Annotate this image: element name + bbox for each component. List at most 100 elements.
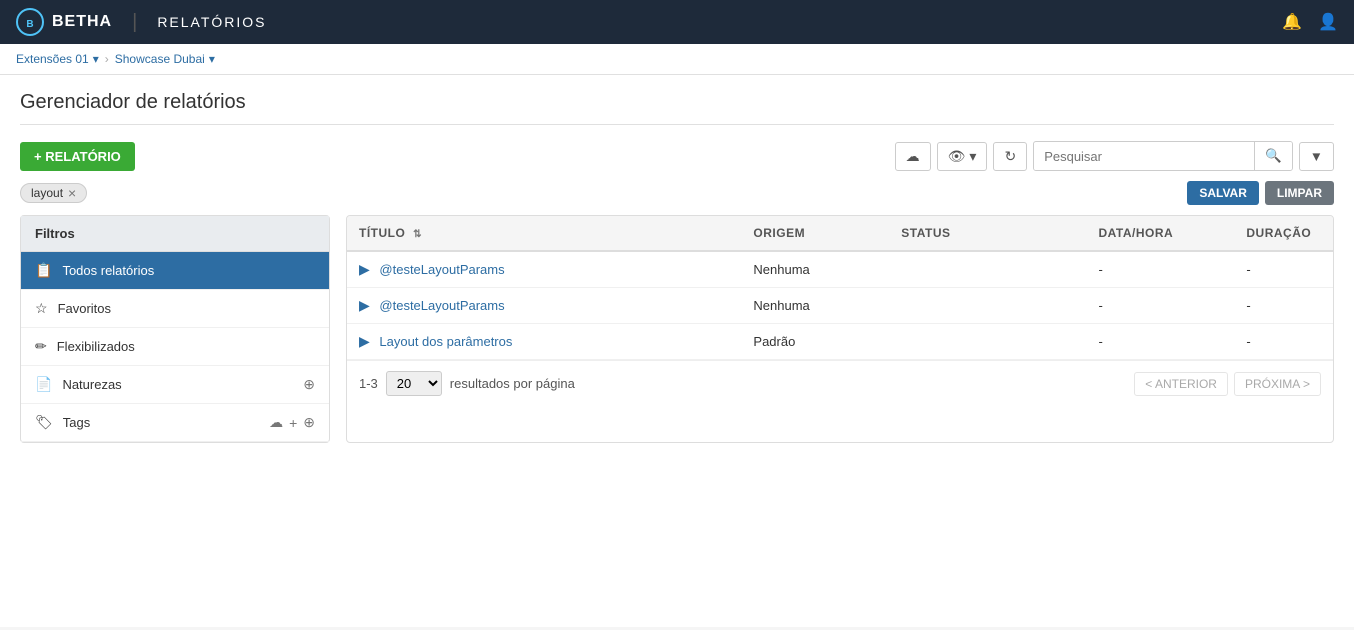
col-status-label: STATUS <box>901 226 950 240</box>
toolbar: + RELATÓRIO ☁ 👁 ▾ ↻ 🔍 ▼ <box>20 141 1334 171</box>
breadcrumb-extensoes[interactable]: Extensões 01 ▾ <box>16 52 99 66</box>
svg-text:B: B <box>26 19 33 30</box>
play-button-0[interactable]: ▶ <box>359 261 370 277</box>
col-titulo-label: TÍTULO <box>359 226 405 240</box>
top-navigation: B BETHA | RELATÓRIOS 🔔 👤 <box>0 0 1354 44</box>
sidebar-item-favorites-label: Favoritos <box>58 301 111 316</box>
table-row: ▶ @testeLayoutParams Nenhuma - - <box>347 288 1333 324</box>
active-tags: layout × <box>20 183 87 203</box>
sidebar-item-tags[interactable]: 🏷 Tags ☁ + ⊕ <box>21 404 329 442</box>
all-reports-icon: 📋 <box>35 262 52 279</box>
breadcrumb: Extensões 01 ▾ › Showcase Dubai ▾ <box>0 44 1354 75</box>
upload-button[interactable]: ☁ <box>895 142 931 171</box>
cell-duracao-0: - <box>1234 251 1333 288</box>
report-link-1[interactable]: @testeLayoutParams <box>379 298 504 313</box>
cell-origem-1: Nenhuma <box>741 288 889 324</box>
eye-button[interactable]: 👁 ▾ <box>937 142 988 171</box>
table-row: ▶ Layout dos parâmetros Padrão - - <box>347 324 1333 360</box>
sidebar-item-flexible[interactable]: ✏ Flexibilizados <box>21 328 329 366</box>
play-button-1[interactable]: ▶ <box>359 297 370 313</box>
module-title: RELATÓRIOS <box>157 14 266 30</box>
sidebar-header: Filtros <box>21 216 329 252</box>
results-label: resultados por página <box>450 376 575 391</box>
filter-actions: SALVAR LIMPAR <box>1187 181 1334 205</box>
pagination-range: 1-3 <box>359 376 378 391</box>
notification-icon[interactable]: 🔔 <box>1282 12 1302 32</box>
tags-actions: ☁ + ⊕ <box>269 414 315 431</box>
add-report-button[interactable]: + RELATÓRIO <box>20 142 135 171</box>
col-titulo-sort-icon: ⇅ <box>413 229 422 240</box>
toolbar-left: + RELATÓRIO <box>20 142 135 171</box>
flexible-icon: ✏ <box>35 338 47 355</box>
sidebar-item-tags-label: Tags <box>63 415 90 430</box>
next-page-button[interactable]: PRÓXIMA > <box>1234 372 1321 396</box>
breadcrumb-showcase[interactable]: Showcase Dubai ▾ <box>115 52 215 66</box>
refresh-icon: ↻ <box>1004 148 1016 165</box>
breadcrumb-extensoes-chevron: ▾ <box>93 52 99 66</box>
col-header-datahora: DATA/HORA <box>1086 216 1234 251</box>
search-input[interactable] <box>1034 143 1254 170</box>
col-origem-label: ORIGEM <box>753 226 805 240</box>
favorites-icon: ☆ <box>35 300 48 317</box>
cell-titulo-1: ▶ @testeLayoutParams <box>347 288 741 324</box>
breadcrumb-separator: › <box>105 52 109 66</box>
nav-right: 🔔 👤 <box>1282 12 1338 32</box>
tags-expand-icon[interactable]: ⊕ <box>303 414 315 431</box>
search-button[interactable]: 🔍 <box>1254 142 1292 170</box>
sidebar-item-naturezas[interactable]: 📄 Naturezas ⊕ <box>21 366 329 404</box>
clear-filter-button[interactable]: LIMPAR <box>1265 181 1334 205</box>
save-filter-button[interactable]: SALVAR <box>1187 181 1259 205</box>
refresh-button[interactable]: ↻ <box>993 142 1027 171</box>
cell-status-0 <box>889 251 1086 288</box>
sidebar-item-all-reports[interactable]: 📋 Todos relatórios <box>21 252 329 290</box>
play-button-2[interactable]: ▶ <box>359 333 370 349</box>
naturezas-add-icon[interactable]: ⊕ <box>303 376 315 393</box>
filter-icon: ▼ <box>1310 149 1323 164</box>
cell-origem-0: Nenhuma <box>741 251 889 288</box>
cell-duracao-2: - <box>1234 324 1333 360</box>
col-header-status: STATUS <box>889 216 1086 251</box>
tag-chip-layout: layout × <box>20 183 87 203</box>
report-link-2[interactable]: Layout dos parâmetros <box>379 334 512 349</box>
cell-datahora-2: - <box>1086 324 1234 360</box>
report-link-0[interactable]: @testeLayoutParams <box>379 262 504 277</box>
tag-chip-close[interactable]: × <box>68 186 76 200</box>
col-datahora-label: DATA/HORA <box>1098 226 1173 240</box>
col-header-titulo[interactable]: TÍTULO ⇅ <box>347 216 741 251</box>
user-icon[interactable]: 👤 <box>1318 12 1338 32</box>
naturezas-icon: 📄 <box>35 376 52 393</box>
tags-cloud-icon[interactable]: ☁ <box>269 414 283 431</box>
pagination: 1-3 20 50 100 resultados por página < AN… <box>347 360 1333 406</box>
cell-datahora-1: - <box>1086 288 1234 324</box>
upload-icon: ☁ <box>906 148 920 165</box>
cell-datahora-0: - <box>1086 251 1234 288</box>
tag-chip-label: layout <box>31 186 63 200</box>
breadcrumb-extensoes-label: Extensões 01 <box>16 52 89 66</box>
filter-tags-bar: layout × SALVAR LIMPAR <box>20 181 1334 205</box>
sidebar-item-flexible-label: Flexibilizados <box>57 339 135 354</box>
prev-page-button[interactable]: < ANTERIOR <box>1134 372 1228 396</box>
reports-table: TÍTULO ⇅ ORIGEM STATUS DATA/HORA <box>347 216 1333 360</box>
filter-button[interactable]: ▼ <box>1299 142 1334 171</box>
table-row: ▶ @testeLayoutParams Nenhuma - - <box>347 251 1333 288</box>
eye-icon: 👁 <box>948 148 966 165</box>
pagination-right: < ANTERIOR PRÓXIMA > <box>1134 372 1321 396</box>
sidebar-item-favorites[interactable]: ☆ Favoritos <box>21 290 329 328</box>
per-page-select[interactable]: 20 50 100 <box>386 371 442 396</box>
naturezas-actions: ⊕ <box>303 376 315 393</box>
cell-status-1 <box>889 288 1086 324</box>
sidebar-item-naturezas-label: Naturezas <box>62 377 121 392</box>
pagination-left: 1-3 20 50 100 resultados por página <box>359 371 575 396</box>
table-body: ▶ @testeLayoutParams Nenhuma - - ▶ @test… <box>347 251 1333 360</box>
betha-logo-icon: B <box>16 8 44 36</box>
filters-sidebar: Filtros 📋 Todos relatórios ☆ Favoritos ✏… <box>20 215 330 443</box>
search-box: 🔍 <box>1033 141 1293 171</box>
cell-status-2 <box>889 324 1086 360</box>
nav-left: B BETHA | RELATÓRIOS <box>16 8 267 36</box>
sidebar-item-all-reports-label: Todos relatórios <box>62 263 154 278</box>
main-content: Filtros 📋 Todos relatórios ☆ Favoritos ✏… <box>20 215 1334 443</box>
search-icon: 🔍 <box>1265 148 1282 163</box>
nav-divider: | <box>132 11 137 34</box>
tags-plus-icon[interactable]: + <box>289 415 297 431</box>
tags-icon: 🏷 <box>35 414 53 431</box>
